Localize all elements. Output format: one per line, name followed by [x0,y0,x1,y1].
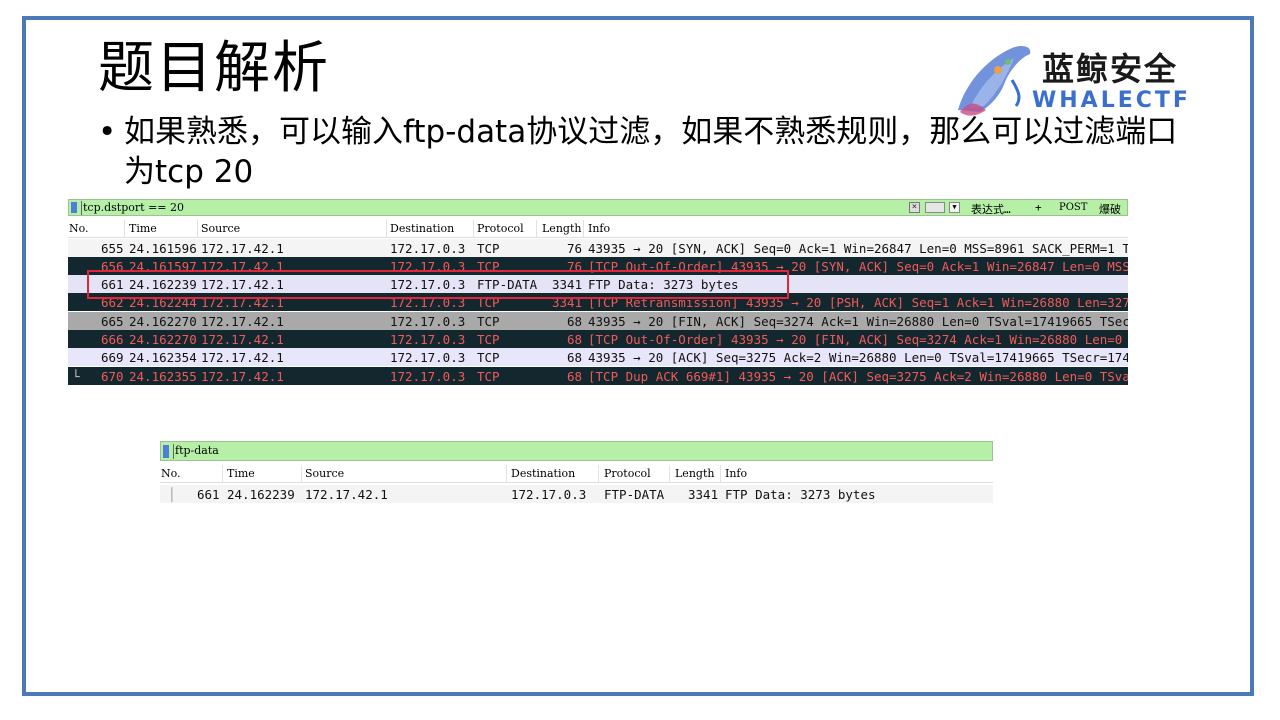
packet-row[interactable]: │ 661 24.162239 172.17.42.1 172.17.0.3 F… [160,485,993,503]
clear-filter-icon[interactable]: × [909,202,920,213]
packet-row[interactable]: 665 24.162270 172.17.42.1 172.17.0.3 TCP… [68,312,1128,330]
packet-row[interactable]: 666 24.162270 172.17.42.1 172.17.0.3 TCP… [68,330,1128,348]
column-header: No. Time Source Destination Protocol Len… [68,220,1128,238]
col-length[interactable]: Length [542,222,581,235]
bookmark-icon[interactable] [163,445,169,458]
col-source[interactable]: Source [305,467,344,480]
col-no[interactable]: No. [161,467,181,480]
col-no[interactable]: No. [69,222,89,235]
bullet-text: 如果熟悉，可以输入ftp-data协议过滤，如果不熟悉规则，那么可以过滤端口为t… [124,114,1178,190]
col-protocol[interactable]: Protocol [477,222,524,235]
col-destination[interactable]: Destination [511,467,575,480]
display-filter-input[interactable]: tcp.dstport == 20 [83,201,184,214]
whalectf-logo: 蓝鲸安全 WHALECTF [950,40,1240,120]
logo-text-en: WHALECTF [1032,88,1191,113]
col-time[interactable]: Time [227,467,255,480]
col-source[interactable]: Source [201,222,240,235]
slide-title: 题目解析 [98,36,330,101]
apply-filter-icon[interactable] [925,202,945,213]
col-info[interactable]: Info [588,222,610,235]
bullet-dot: • [98,114,117,150]
column-header: No. Time Source Destination Protocol Len… [160,465,993,483]
packet-row[interactable]: 669 24.162354 172.17.42.1 172.17.0.3 TCP… [68,348,1128,366]
col-info[interactable]: Info [725,467,747,480]
col-protocol[interactable]: Protocol [604,467,651,480]
add-filter-button[interactable]: + [1035,201,1042,214]
col-time[interactable]: Time [129,222,157,235]
filter-history-dropdown-icon[interactable]: ▼ [949,202,960,213]
whale-logo-icon [958,46,1031,116]
packet-list-panel-2: ftp-data No. Time Source Destination Pro… [160,441,993,504]
packet-row[interactable]: 655 24.161596 172.17.42.1 172.17.0.3 TCP… [68,239,1128,257]
display-filter-input[interactable]: ftp-data [175,444,219,457]
packet-row[interactable]: └ 670 24.162355 172.17.42.1 172.17.0.3 T… [68,367,1128,385]
post-filter-button[interactable]: POST [1059,202,1087,213]
col-length[interactable]: Length [675,467,714,480]
display-filter-bar[interactable]: tcp.dstport == 20 × ▼ 表达式… + POST 爆破 [68,199,1128,216]
bookmark-icon[interactable] [71,202,77,213]
display-filter-bar[interactable]: ftp-data [160,441,993,461]
highlight-box [87,270,789,299]
burst-filter-button[interactable]: 爆破 [1099,201,1121,217]
expression-button[interactable]: 表达式… [971,201,1011,217]
col-destination[interactable]: Destination [390,222,454,235]
logo-text-cn: 蓝鲸安全 [1042,50,1179,88]
